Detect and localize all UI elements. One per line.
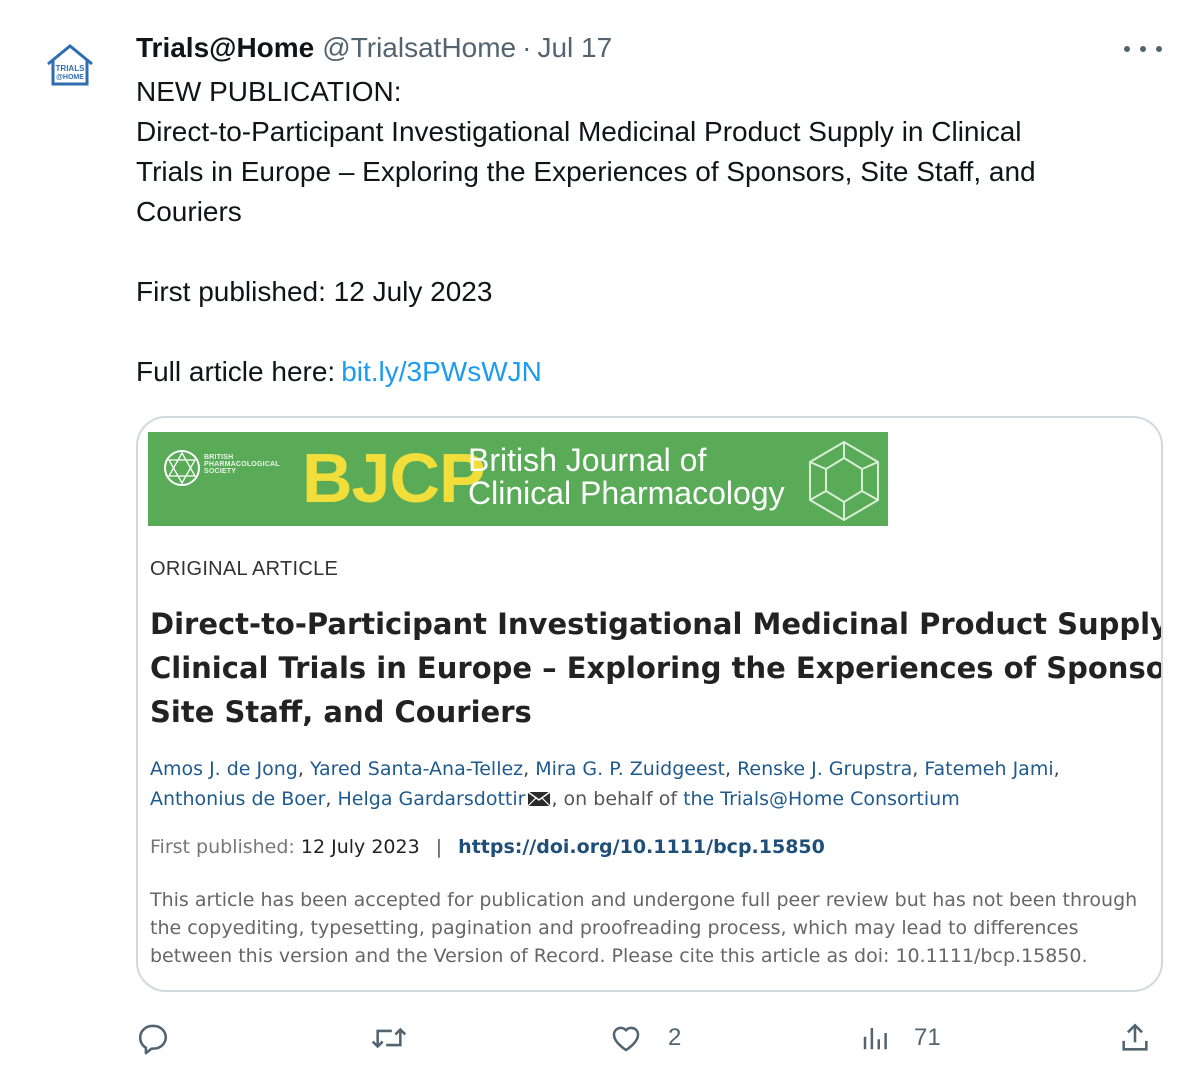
publication-info: First published: 12 July 2023 | https://… [150,836,825,858]
author-handle[interactable]: @TrialsatHome [322,32,516,64]
tweet-text-line: Couriers [136,196,242,227]
dot-2 [1140,46,1146,52]
author: Fatemeh Jami [924,758,1054,780]
separator-dot: · [522,32,532,63]
notice-line: This article has been accepted for publi… [150,889,1138,911]
author: Anthonius de Boer [150,788,326,810]
more-options-icon[interactable] [1124,36,1162,62]
author-list: Amos J. de Jong, Yared Santa-Ana-Tellez,… [150,754,1150,814]
avatar[interactable]: TRIALS @HOME [38,34,102,98]
bps-logo-icon [164,450,200,486]
published-date: 12 July 2023 [300,836,420,858]
author: Mira G. P. Zuidgeest [535,758,725,780]
notice-line: between this version and the Version of … [150,945,1088,967]
article-link[interactable]: bit.ly/3PWsWJN [341,356,542,387]
journal-name: British Journal of Clinical Pharmacology [468,444,785,510]
link-prefix: Full article here: [136,356,336,387]
journal-name-line: Clinical Pharmacology [468,475,785,511]
like-button[interactable]: 2 [608,1012,681,1064]
reply-button[interactable] [136,1012,170,1064]
article-title-line: Clinical Trials in Europe – Exploring th… [150,651,1163,685]
author: Yared Santa-Ana-Tellez [309,758,524,780]
avatar-logo-text-2: @HOME [56,74,84,81]
notice-line: the copyediting, typesetting, pagination… [150,917,1079,939]
tweet-actions: 2 71 [136,1012,1166,1064]
tweet-header: Trials@Home @TrialsatHome · Jul 17 [136,28,612,68]
views-icon [863,1028,887,1050]
share-button[interactable] [1118,1012,1152,1064]
tweet-text-line: NEW PUBLICATION: [136,76,402,107]
share-icon [1122,1023,1148,1051]
reply-icon [138,1024,168,1055]
tweet-text-line [136,312,1156,352]
behalf-label: on behalf of [563,788,678,810]
society-name: BRITISH PHARMACOLOGICAL SOCIETY [204,454,280,475]
author-line: Anthonius de Boer, Helga Gardarsdottir, … [150,788,960,810]
author: Helga Gardarsdottir [337,788,526,810]
journal-acronym: BJCP [302,439,486,517]
article-title-line: Direct-to-Participant Investigational Me… [150,607,1163,641]
heart-icon [612,1026,640,1052]
acceptance-notice: This article has been accepted for publi… [150,886,1155,970]
link-preview-card[interactable]: BRITISH PHARMACOLOGICAL SOCIETY BJCP Bri… [136,416,1163,992]
published-label: First published: [150,836,295,858]
tweet-text-line: Trials in Europe – Exploring the Experie… [136,156,1036,187]
author-line: Amos J. de Jong, Yared Santa-Ana-Tellez,… [150,758,1060,780]
retweet-button[interactable] [370,1012,408,1064]
tweet-text-line: Direct-to-Participant Investigational Me… [136,116,1022,147]
tweet-link-line: Full article here: bit.ly/3PWsWJN [136,352,1156,392]
journal-banner: BRITISH PHARMACOLOGICAL SOCIETY BJCP Bri… [148,432,888,526]
polyhedron-icon [809,440,879,522]
article-type: ORIGINAL ARTICLE [150,558,339,580]
author: Amos J. de Jong [150,758,298,780]
society-line: BRITISH [204,454,234,461]
dot-3 [1156,46,1162,52]
pipe-separator: | [435,836,443,858]
views-count: 71 [914,1024,941,1051]
author-name[interactable]: Trials@Home [136,32,314,64]
views-button[interactable]: 71 [860,1012,941,1064]
tweet[interactable]: TRIALS @HOME Trials@Home @TrialsatHome ·… [0,0,1194,1082]
avatar-logo-text-1: TRIALS [56,64,86,73]
tweet-text: NEW PUBLICATION: Direct-to-Participant I… [136,72,1156,392]
trials-at-home-logo-icon: TRIALS @HOME [47,44,93,86]
dot-1 [1124,46,1130,52]
retweet-icon [371,1027,407,1049]
author: Renske J. Grupstra [737,758,913,780]
tweet-text-line [136,232,1156,272]
article-title: Direct-to-Participant Investigational Me… [150,602,1163,734]
like-count: 2 [668,1024,682,1051]
email-icon [528,791,551,807]
journal-name-line: British Journal of [468,442,707,478]
article-title-line: Site Staff, and Couriers [150,695,532,729]
tweet-text-line: First published: 12 July 2023 [136,276,493,307]
consortium: the Trials@Home Consortium [683,788,960,810]
doi-link: https://doi.org/10.1111/bcp.15850 [458,836,825,858]
society-line: SOCIETY [204,468,237,475]
tweet-date[interactable]: Jul 17 [537,32,612,64]
society-line: PHARMACOLOGICAL [204,461,280,468]
